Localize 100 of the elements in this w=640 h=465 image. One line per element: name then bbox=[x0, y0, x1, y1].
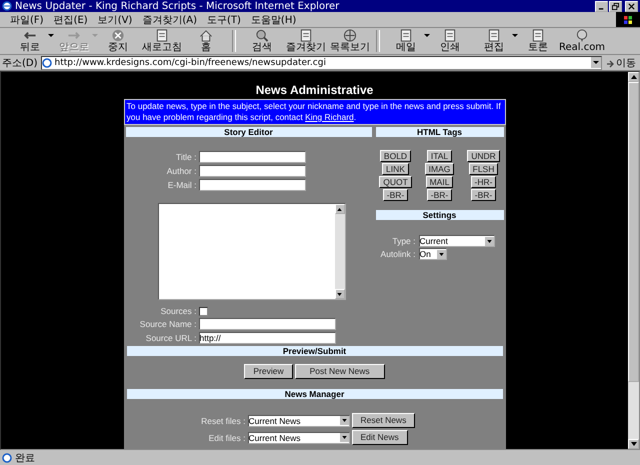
arrow-icon bbox=[605, 58, 615, 68]
field-label: Edit files : bbox=[208, 432, 246, 442]
toolbar-button[interactable]: 새로고침 bbox=[140, 29, 184, 53]
field-label: Reset files : bbox=[200, 416, 246, 426]
toolbar-button[interactable]: 뒤로 bbox=[8, 29, 52, 53]
minimize-button[interactable] bbox=[595, 0, 608, 12]
section-header: Settings bbox=[376, 210, 504, 220]
toolbar-button[interactable]: 토론 bbox=[516, 29, 560, 53]
menu-item[interactable]: 보기(V) bbox=[98, 12, 132, 26]
submit-button[interactable]: Post New News bbox=[294, 364, 385, 379]
field-label: Sources : bbox=[160, 306, 196, 316]
address-label: 주소(D) bbox=[2, 56, 38, 70]
caret-icon bbox=[438, 252, 444, 256]
go-button[interactable]: 이동 bbox=[605, 56, 638, 70]
contact-link[interactable]: King Richard bbox=[305, 112, 354, 122]
tag-button[interactable]: -HR- bbox=[470, 176, 496, 188]
flag-icon bbox=[623, 14, 633, 24]
toolbar-icon bbox=[154, 29, 170, 42]
toolbar-icon bbox=[442, 29, 458, 42]
tag-button[interactable]: MAIL bbox=[426, 176, 454, 188]
text-field[interactable] bbox=[198, 165, 306, 177]
toolbar-button[interactable]: Real.com bbox=[560, 29, 604, 53]
manager-button[interactable]: Reset News bbox=[352, 413, 416, 428]
caret-icon bbox=[342, 436, 346, 439]
toolbar-button[interactable]: 인쇄 bbox=[428, 29, 472, 53]
tag-button[interactable]: QUOT bbox=[379, 176, 412, 188]
dropdown-arrow-icon bbox=[424, 34, 430, 38]
toolbar-icon bbox=[486, 29, 502, 42]
toolbar-button[interactable]: 편집 bbox=[472, 29, 516, 53]
manager-button[interactable]: Edit News bbox=[352, 430, 408, 445]
address-field[interactable]: http://www.krdesigns.com/cgi-bin/freenews/newsupdater.cgi bbox=[40, 56, 602, 70]
toolbar-icon bbox=[298, 29, 314, 42]
page-scrollbar[interactable] bbox=[628, 72, 639, 449]
section-header: News Manager bbox=[126, 389, 502, 399]
close-button[interactable] bbox=[625, 0, 638, 12]
page-heading: News Administrative bbox=[124, 72, 506, 99]
dropdown-arrow-icon bbox=[512, 34, 518, 38]
down-arrow-icon bbox=[337, 292, 342, 296]
dropdown-arrow-icon bbox=[48, 34, 54, 38]
dropdown-arrow-icon bbox=[92, 34, 98, 38]
page-icon bbox=[2, 452, 12, 462]
field-label: Autolink : bbox=[380, 249, 416, 259]
file-dropdown[interactable]: Current News bbox=[248, 432, 350, 444]
caret-icon bbox=[486, 240, 492, 242]
restore-button[interactable] bbox=[609, 0, 622, 12]
field-label: E-Mail : bbox=[166, 180, 196, 190]
tag-button[interactable]: UNDR bbox=[467, 150, 500, 162]
intro-text: To update news, type in the subject, select your nickname and type in the news and press submit. If you have problem regarding this script, contact King Richard. bbox=[124, 99, 506, 125]
menu-item[interactable]: 도구(T) bbox=[207, 12, 241, 26]
tag-button[interactable]: IMAG bbox=[424, 163, 454, 175]
tag-button[interactable]: LINK bbox=[382, 163, 409, 175]
toolbar-button[interactable]: 중지 bbox=[96, 29, 140, 53]
tag-button[interactable]: ITAL bbox=[426, 150, 452, 162]
autolink-dropdown[interactable]: On bbox=[418, 248, 446, 260]
restore-icon bbox=[612, 2, 619, 10]
toolbar-button[interactable]: 목록보기 bbox=[328, 29, 372, 53]
field-label: Source Name : bbox=[138, 319, 196, 329]
down-arrow-icon bbox=[630, 442, 636, 446]
section-header: Story Editor bbox=[126, 127, 372, 137]
toolbar-icon bbox=[198, 29, 214, 42]
text-field[interactable] bbox=[198, 151, 306, 163]
text-field[interactable] bbox=[198, 179, 306, 191]
status-text: 완료 bbox=[15, 452, 35, 464]
up-arrow-icon bbox=[630, 75, 636, 79]
toolbar-icon bbox=[110, 29, 126, 42]
tag-button[interactable]: FLSH bbox=[468, 163, 498, 175]
field-label: Source URL : bbox=[144, 333, 196, 343]
type-dropdown[interactable]: Current bbox=[418, 235, 494, 247]
toolbar-button[interactable]: 홈 bbox=[184, 29, 228, 53]
menu-item[interactable]: 즐겨찾기(A) bbox=[142, 12, 197, 26]
caret-icon bbox=[342, 419, 346, 422]
submit-button[interactable]: Preview bbox=[244, 364, 293, 379]
tag-button[interactable]: -BR- bbox=[426, 189, 452, 201]
up-arrow-icon bbox=[337, 208, 342, 210]
tag-button[interactable]: -BR- bbox=[470, 189, 496, 201]
page-icon bbox=[42, 58, 52, 68]
field-label: Type : bbox=[391, 236, 416, 246]
browser-icon bbox=[2, 1, 12, 11]
menu-item[interactable]: 파일(F) bbox=[10, 12, 44, 26]
toolbar-button[interactable]: 검색 bbox=[240, 29, 284, 53]
field-label: Title : bbox=[175, 152, 196, 162]
caret-icon bbox=[593, 60, 599, 64]
toolbar-icon bbox=[574, 29, 590, 42]
tag-button[interactable]: -BR- bbox=[382, 189, 408, 201]
menu-item[interactable]: 편집(E) bbox=[54, 12, 88, 26]
toolbar-button[interactable]: 메일 bbox=[384, 29, 428, 53]
scrollbar[interactable] bbox=[334, 204, 344, 299]
section-header: Preview/Submit bbox=[126, 346, 502, 356]
dropdown-button[interactable] bbox=[591, 57, 601, 68]
window-title: News Updater - King Richard Scripts - Microsoft Internet Explorer bbox=[15, 0, 340, 12]
toolbar-icon bbox=[398, 29, 414, 42]
text-field[interactable] bbox=[198, 318, 336, 330]
field-label: Author : bbox=[166, 166, 196, 176]
text-field[interactable]: http:// bbox=[198, 332, 336, 344]
toolbar-icon bbox=[254, 29, 270, 42]
menu-item[interactable]: 도움말(H) bbox=[250, 12, 296, 26]
sources-checkbox[interactable] bbox=[198, 306, 208, 316]
toolbar-button[interactable]: 즐겨찾기 bbox=[284, 29, 328, 53]
file-dropdown[interactable]: Current News bbox=[248, 414, 350, 426]
tag-button[interactable]: BOLD bbox=[380, 150, 412, 162]
